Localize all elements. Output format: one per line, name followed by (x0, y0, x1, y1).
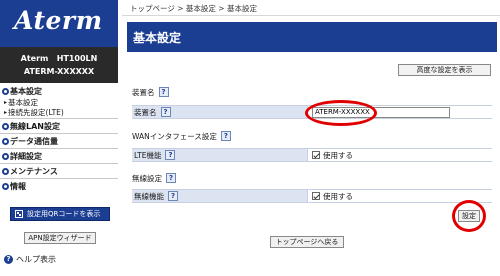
section-title-wireless: 無線設定 ? (132, 172, 176, 184)
section-title-wan: WANインタフェース設定 ? (132, 130, 231, 142)
lte-enable-checkbox[interactable] (312, 151, 320, 159)
help-question-icon[interactable]: ? (165, 150, 176, 160)
section-title-device-name: 装置名 ? (132, 86, 169, 98)
logo-area: Aterm (0, 0, 118, 47)
help-question-icon[interactable]: ? (166, 173, 176, 183)
highlight-oval-set-button (452, 200, 486, 232)
row-lte-function: LTE機能 ? 使用する (132, 148, 492, 162)
highlight-oval-device-name (305, 100, 377, 126)
menu-data-usage[interactable]: データ通信量 (0, 136, 118, 147)
bullet-icon (2, 183, 9, 190)
qr-code-button[interactable]: 設定用QRコードを表示 (10, 207, 110, 221)
device-name: ATERM-XXXXXX (23, 67, 95, 76)
lte-function-label: LTE機能 (134, 150, 162, 160)
sidebar: Aterm Aterm HT100LN ATERM-XXXXXX 基本設定 ▸ … (0, 0, 118, 276)
help-question-icon[interactable]: ? (168, 191, 178, 201)
bullet-icon (2, 153, 9, 160)
help-link[interactable]: ? ヘルプ表示 (4, 254, 56, 265)
aterm-logo: Aterm (14, 6, 103, 35)
menu-basic-settings[interactable]: 基本設定 (0, 86, 118, 97)
side-menu: 基本設定 ▸ 基本設定 ▸ 接続先設定(LTE) 無線LAN設定 データ通信量 … (0, 86, 118, 192)
bullet-icon (2, 88, 9, 95)
device-name-label: 装置名 (134, 107, 157, 117)
bullet-icon (2, 123, 9, 130)
lte-enable-label: 使用する (323, 150, 353, 160)
qr-code-icon (15, 210, 23, 218)
bullet-icon (2, 168, 9, 175)
help-icon: ? (4, 255, 13, 264)
help-question-icon[interactable]: ? (160, 107, 171, 117)
row-wireless-function: 無線機能 ? 使用する (132, 189, 492, 203)
page-title: 基本設定 (127, 22, 497, 52)
show-advanced-button[interactable]: 高度な設定を表示 (398, 64, 491, 76)
arrow-right-icon: ▸ (4, 108, 8, 116)
menu-info[interactable]: 情報 (0, 181, 118, 192)
wireless-function-label: 無線機能 (134, 191, 164, 201)
back-to-top-button[interactable]: トップページへ戻る (270, 236, 344, 248)
main-content: トップページ > 基本設定 > 基本設定 基本設定 高度な設定を表示 装置名 ?… (122, 0, 500, 276)
menu-wireless-lan[interactable]: 無線LAN設定 (0, 121, 118, 132)
help-question-icon[interactable]: ? (220, 131, 231, 141)
wireless-enable-checkbox[interactable] (312, 192, 320, 200)
wireless-enable-label: 使用する (323, 191, 353, 201)
device-info: Aterm HT100LN ATERM-XXXXXX (0, 47, 118, 83)
arrow-right-icon: ▸ (4, 98, 8, 106)
bullet-icon (2, 138, 9, 145)
menu-maintenance[interactable]: メンテナンス (0, 166, 118, 177)
menu-sub-basic-settings[interactable]: ▸ 基本設定 (0, 97, 118, 107)
help-question-icon[interactable]: ? (158, 87, 169, 97)
menu-advanced[interactable]: 詳細設定 (0, 151, 118, 162)
breadcrumb[interactable]: トップページ > 基本設定 > 基本設定 (122, 2, 500, 16)
apn-wizard-button[interactable]: APN設定ウィザード (24, 232, 96, 244)
menu-sub-lte-connection[interactable]: ▸ 接続先設定(LTE) (0, 107, 118, 117)
model-name: Aterm HT100LN (20, 54, 98, 63)
